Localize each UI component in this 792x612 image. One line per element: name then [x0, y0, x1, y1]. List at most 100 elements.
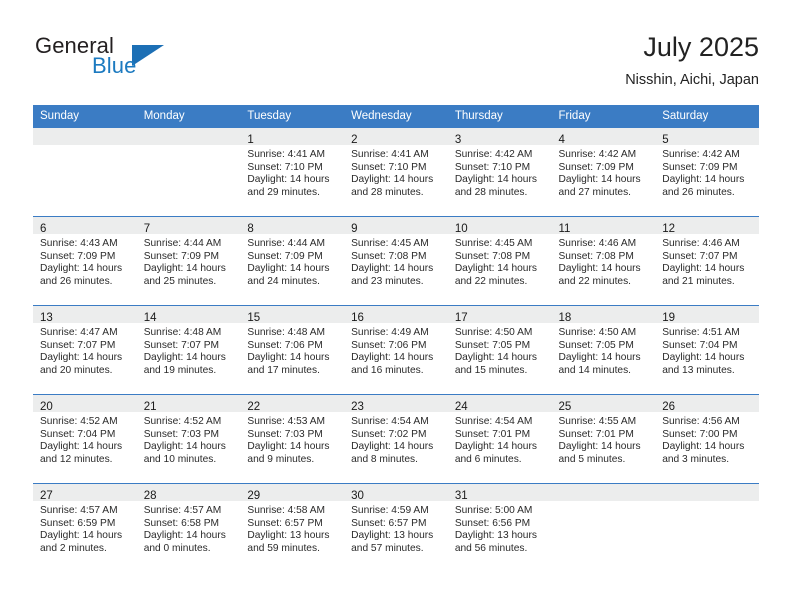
sunrise-text: Sunrise: 4:52 AM: [143, 416, 222, 427]
day-details: Sunrise: 4:59 AM Sunset: 6:57 PM Dayligh…: [344, 501, 448, 555]
day-details: Sunrise: 4:44 AM Sunset: 7:09 PM Dayligh…: [137, 234, 241, 288]
day-cell[interactable]: [136, 127, 241, 217]
sunrise-text: Sunrise: 4:59 AM: [351, 505, 429, 516]
day-details: [33, 145, 137, 149]
day-cell[interactable]: 23 Sunrise: 4:54 AM Sunset: 7:02 PM Dayl…: [344, 394, 448, 484]
day-number: 20: [40, 401, 53, 413]
day-cell[interactable]: 18 Sunrise: 4:50 AM Sunset: 7:05 PM Dayl…: [551, 305, 656, 395]
day-number: 28: [143, 490, 157, 502]
day-cell[interactable]: 7 Sunrise: 4:44 AM Sunset: 7:09 PM Dayli…: [136, 216, 241, 306]
day-details: Sunrise: 4:51 AM Sunset: 7:04 PM Dayligh…: [655, 323, 759, 377]
day-number: 27: [40, 490, 53, 502]
day-cell[interactable]: 27 Sunrise: 4:57 AM Sunset: 6:59 PM Dayl…: [33, 483, 137, 572]
day-details: Sunrise: 4:45 AM Sunset: 7:08 PM Dayligh…: [448, 234, 552, 288]
sunrise-text: Sunrise: 4:48 AM: [143, 327, 222, 338]
day-number-band: 23: [344, 395, 448, 413]
daylight-text-line2: and 28 minutes.: [454, 186, 528, 198]
day-cell[interactable]: [33, 127, 137, 217]
day-details: Sunrise: 4:48 AM Sunset: 7:07 PM Dayligh…: [137, 323, 241, 377]
day-cell[interactable]: 3 Sunrise: 4:42 AM Sunset: 7:10 PM Dayli…: [447, 127, 552, 217]
brand-logo[interactable]: General Blue: [33, 32, 263, 90]
day-cell[interactable]: 16 Sunrise: 4:49 AM Sunset: 7:06 PM Dayl…: [344, 305, 448, 395]
day-details: Sunrise: 4:54 AM Sunset: 7:01 PM Dayligh…: [448, 412, 552, 466]
day-number: 25: [558, 401, 572, 413]
day-cell[interactable]: 13 Sunrise: 4:47 AM Sunset: 7:07 PM Dayl…: [33, 305, 137, 395]
sunrise-text: Sunrise: 4:57 AM: [40, 505, 118, 516]
day-cell[interactable]: 9 Sunrise: 4:45 AM Sunset: 7:08 PM Dayli…: [344, 216, 448, 306]
day-number: 16: [351, 312, 364, 324]
page-title: July 2025: [643, 32, 759, 62]
day-number-band: 18: [551, 306, 656, 324]
day-details: Sunrise: 4:50 AM Sunset: 7:05 PM Dayligh…: [448, 323, 552, 377]
day-details: Sunrise: 4:57 AM Sunset: 6:59 PM Dayligh…: [33, 501, 137, 555]
day-cell[interactable]: 11 Sunrise: 4:46 AM Sunset: 7:08 PM Dayl…: [551, 216, 656, 306]
day-number: 26: [662, 401, 676, 413]
day-cell[interactable]: 24 Sunrise: 4:54 AM Sunset: 7:01 PM Dayl…: [447, 394, 552, 484]
day-cell[interactable]: 12 Sunrise: 4:46 AM Sunset: 7:07 PM Dayl…: [655, 216, 759, 306]
day-number: 29: [247, 490, 261, 502]
day-cell[interactable]: 5 Sunrise: 4:42 AM Sunset: 7:09 PM Dayli…: [655, 127, 759, 217]
day-cell[interactable]: 2 Sunrise: 4:41 AM Sunset: 7:10 PM Dayli…: [344, 127, 448, 217]
day-details: Sunrise: 4:55 AM Sunset: 7:01 PM Dayligh…: [552, 412, 656, 466]
day-number-band: 28: [136, 484, 241, 502]
sunset-text: Sunset: 7:07 PM: [143, 339, 220, 351]
day-cell[interactable]: 8 Sunrise: 4:44 AM Sunset: 7:09 PM Dayli…: [240, 216, 345, 306]
day-cell[interactable]: 26 Sunrise: 4:56 AM Sunset: 7:00 PM Dayl…: [655, 394, 759, 484]
daylight-text-line1: Daylight: 14 hours: [558, 441, 641, 453]
daylight-text-line2: and 25 minutes.: [143, 275, 217, 287]
day-details: Sunrise: 4:52 AM Sunset: 7:04 PM Dayligh…: [33, 412, 137, 466]
daylight-text-line1: Daylight: 14 hours: [247, 174, 330, 186]
day-number-band: 17: [447, 306, 552, 324]
daylight-text-line2: and 26 minutes.: [662, 186, 735, 198]
daylight-text-line1: Daylight: 14 hours: [558, 352, 641, 364]
day-cell[interactable]: 10 Sunrise: 4:45 AM Sunset: 7:08 PM Dayl…: [447, 216, 552, 306]
day-number-band: 8: [240, 217, 345, 235]
day-cell[interactable]: 29 Sunrise: 4:58 AM Sunset: 6:57 PM Dayl…: [240, 483, 345, 572]
day-number: 11: [558, 223, 571, 235]
daylight-text-line2: and 12 minutes.: [40, 453, 113, 465]
daylight-text-line2: and 13 minutes.: [662, 364, 735, 376]
sunset-text: Sunset: 7:09 PM: [247, 250, 323, 262]
calendar-header-row: Sunday Monday Tuesday Wednesday Thursday…: [33, 105, 759, 128]
daylight-text-line1: Daylight: 14 hours: [351, 263, 434, 275]
sunrise-text: Sunrise: 4:56 AM: [662, 416, 740, 427]
day-details: Sunrise: 4:45 AM Sunset: 7:08 PM Dayligh…: [344, 234, 448, 288]
daylight-text-line2: and 14 minutes.: [558, 364, 632, 376]
day-number: 7: [143, 223, 151, 235]
calendar-week-row: 20 Sunrise: 4:52 AM Sunset: 7:04 PM Dayl…: [33, 394, 759, 484]
sunrise-text: Sunrise: 4:54 AM: [454, 416, 533, 427]
day-cell[interactable]: 28 Sunrise: 4:57 AM Sunset: 6:58 PM Dayl…: [136, 483, 241, 572]
daylight-text-line2: and 0 minutes.: [143, 542, 211, 554]
day-cell[interactable]: 30 Sunrise: 4:59 AM Sunset: 6:57 PM Dayl…: [344, 483, 448, 572]
day-number-band: 22: [240, 395, 345, 413]
day-cell[interactable]: 31 Sunrise: 5:00 AM Sunset: 6:56 PM Dayl…: [447, 483, 552, 572]
daylight-text-line2: and 5 minutes.: [558, 453, 626, 465]
sunrise-text: Sunrise: 4:43 AM: [40, 238, 118, 249]
sunrise-text: Sunrise: 4:49 AM: [351, 327, 429, 338]
day-cell[interactable]: 17 Sunrise: 4:50 AM Sunset: 7:05 PM Dayl…: [447, 305, 552, 395]
sunset-text: Sunset: 7:04 PM: [662, 339, 738, 351]
day-details: [552, 501, 656, 505]
day-cell[interactable]: 4 Sunrise: 4:42 AM Sunset: 7:09 PM Dayli…: [551, 127, 656, 217]
day-cell[interactable]: 1 Sunrise: 4:41 AM Sunset: 7:10 PM Dayli…: [240, 127, 345, 217]
day-cell[interactable]: 15 Sunrise: 4:48 AM Sunset: 7:06 PM Dayl…: [240, 305, 345, 395]
day-number-band: 9: [344, 217, 448, 235]
daylight-text-line2: and 59 minutes.: [247, 542, 320, 554]
day-cell[interactable]: 22 Sunrise: 4:53 AM Sunset: 7:03 PM Dayl…: [240, 394, 345, 484]
day-cell[interactable]: 20 Sunrise: 4:52 AM Sunset: 7:04 PM Dayl…: [33, 394, 137, 484]
day-number: 18: [558, 312, 572, 324]
day-details: [137, 145, 241, 149]
day-cell[interactable]: 6 Sunrise: 4:43 AM Sunset: 7:09 PM Dayli…: [33, 216, 137, 306]
day-number-band: 12: [655, 217, 759, 235]
sunset-text: Sunset: 7:09 PM: [143, 250, 220, 262]
daylight-text-line1: Daylight: 14 hours: [662, 352, 745, 364]
day-number: 4: [558, 134, 565, 146]
daylight-text-line1: Daylight: 13 hours: [351, 530, 434, 542]
day-cell[interactable]: 19 Sunrise: 4:51 AM Sunset: 7:04 PM Dayl…: [655, 305, 759, 395]
sunrise-text: Sunrise: 4:45 AM: [351, 238, 429, 249]
day-cell[interactable]: 25 Sunrise: 4:55 AM Sunset: 7:01 PM Dayl…: [551, 394, 656, 484]
day-cell[interactable]: 21 Sunrise: 4:52 AM Sunset: 7:03 PM Dayl…: [136, 394, 241, 484]
day-cell[interactable]: 14 Sunrise: 4:48 AM Sunset: 7:07 PM Dayl…: [136, 305, 241, 395]
daylight-text-line1: Daylight: 14 hours: [558, 263, 641, 275]
daylight-text-line1: Daylight: 14 hours: [351, 174, 434, 186]
